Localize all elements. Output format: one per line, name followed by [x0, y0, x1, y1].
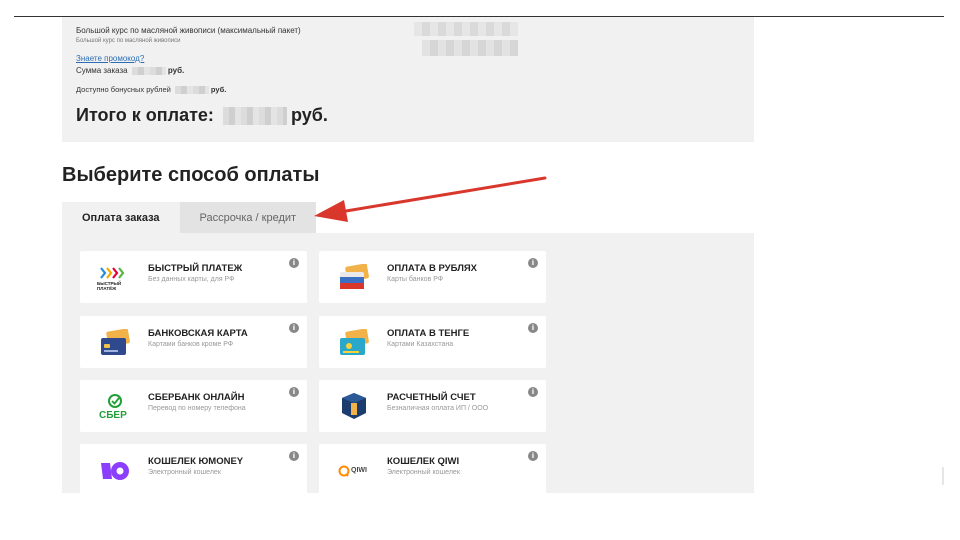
payment-method-subtitle: Электронный кошелек	[387, 469, 460, 476]
payment-method-subtitle: Электронный кошелек	[148, 469, 221, 476]
sber-logo-text: СБЕР	[99, 410, 127, 421]
annotation-arrow	[314, 176, 547, 222]
total-label: Итого к оплате:	[76, 105, 214, 125]
payment-method-yoomoney[interactable]: КОШЕЛЕК ЮMONEY Электронный кошелек i	[80, 444, 307, 493]
redacted-bonus	[174, 86, 209, 95]
info-icon[interactable]: i	[289, 258, 299, 268]
course-title: Большой курс по масляной живописи (макси…	[76, 26, 301, 35]
order-sum: Сумма заказа руб.	[76, 66, 184, 75]
bonus-label: Доступно бонусных рублей	[76, 85, 171, 94]
payment-method-title: БЫСТРЫЙ ПЛАТЕЖ	[148, 263, 243, 274]
tab-installment-credit[interactable]: Рассрочка / кредит	[179, 202, 317, 234]
payment-method-title: СБЕРБАНК ОНЛАЙН	[148, 392, 245, 403]
payment-method-subtitle: Без данных карты, для РФ	[148, 276, 235, 283]
bank-account-icon	[342, 393, 366, 419]
info-icon[interactable]: i	[528, 258, 538, 268]
payment-heading: Выберите способ оплаты	[62, 164, 320, 186]
fast-payment-logo-text: БЫСТРЫЙ ПЛАТЁЖ	[97, 281, 122, 291]
info-icon[interactable]: i	[289, 387, 299, 397]
info-icon[interactable]: i	[289, 323, 299, 333]
info-icon[interactable]: i	[528, 451, 538, 461]
order-sum-currency: руб.	[167, 66, 185, 75]
payment-methods-panel: БЫСТРЫЙ ПЛАТЁЖ БЫСТРЫЙ ПЛАТЕЖ Без данных…	[62, 233, 754, 493]
redacted-amount	[131, 66, 166, 75]
payment-method-sberbank[interactable]: СБЕР СБЕРБАНК ОНЛАЙН Перевод по номеру т…	[80, 380, 307, 432]
payment-method-title: ОПЛАТА В РУБЛЯХ	[387, 263, 478, 274]
payment-method-title: ОПЛАТА В ТЕНГЕ	[387, 328, 470, 339]
payment-method-title: РАСЧЕТНЫЙ СЧЕТ	[387, 392, 476, 403]
tab-order-payment[interactable]: Оплата заказа	[62, 202, 180, 234]
course-subtitle: Большой курс по масляной живописи	[76, 38, 181, 44]
scrollbar-fragment[interactable]	[942, 467, 944, 485]
payment-method-subtitle: Безналичная оплата ИП / ООО	[387, 405, 489, 412]
order-summary: Большой курс по масляной живописи (макси…	[62, 17, 754, 142]
payment-method-qiwi[interactable]: QIWI КОШЕЛЕК QIWI Электронный кошелек i	[319, 444, 546, 493]
info-icon[interactable]: i	[528, 323, 538, 333]
yoomoney-icon	[101, 462, 129, 480]
bonus-balance: Доступно бонусных рублей руб.	[76, 85, 227, 95]
payment-method-title: КОШЕЛЕК ЮMONEY	[148, 456, 244, 467]
payment-tabs: Оплата заказа Рассрочка / кредит	[62, 202, 317, 234]
payment-method-title: КОШЕЛЕК QIWI	[387, 456, 460, 467]
redacted-block	[414, 22, 518, 36]
info-icon[interactable]: i	[289, 451, 299, 461]
payment-method-fast-payment[interactable]: БЫСТРЫЙ ПЛАТЁЖ БЫСТРЫЙ ПЛАТЕЖ Без данных…	[80, 251, 307, 303]
payment-method-title: БАНКОВСКАЯ КАРТА	[148, 328, 248, 339]
russian-card-icon	[340, 264, 369, 289]
payment-method-subtitle: Картами банков кроме РФ	[148, 341, 234, 348]
bank-card-icon	[101, 329, 130, 355]
payment-method-bank-card[interactable]: БАНКОВСКАЯ КАРТА Картами банков кроме РФ…	[80, 316, 307, 368]
order-sum-label: Сумма заказа	[76, 66, 128, 75]
payment-method-subtitle: Картами Казахстана	[387, 341, 454, 348]
promo-code-link[interactable]: Знаете промокод?	[76, 54, 144, 63]
info-icon[interactable]: i	[528, 387, 538, 397]
total-currency: руб.	[290, 105, 328, 125]
bonus-currency: руб.	[210, 85, 227, 94]
payment-method-subtitle: Перевод по номеру телефона	[148, 405, 246, 412]
kazakhstan-card-icon	[340, 329, 369, 355]
redacted-total	[222, 107, 287, 126]
qiwi-logo-text: QIWI	[351, 467, 367, 474]
payment-method-bank-account[interactable]: РАСЧЕТНЫЙ СЧЕТ Безналичная оплата ИП / О…	[319, 380, 546, 432]
payment-method-tenge[interactable]: ОПЛАТА В ТЕНГЕ Картами Казахстана i	[319, 316, 546, 368]
payment-method-subtitle: Карты банков РФ	[387, 276, 444, 283]
payment-method-rub[interactable]: ОПЛАТА В РУБЛЯХ Карты банков РФ i	[319, 251, 546, 303]
total-to-pay: Итого к оплате: руб.	[76, 105, 328, 126]
redacted-block	[422, 40, 518, 56]
